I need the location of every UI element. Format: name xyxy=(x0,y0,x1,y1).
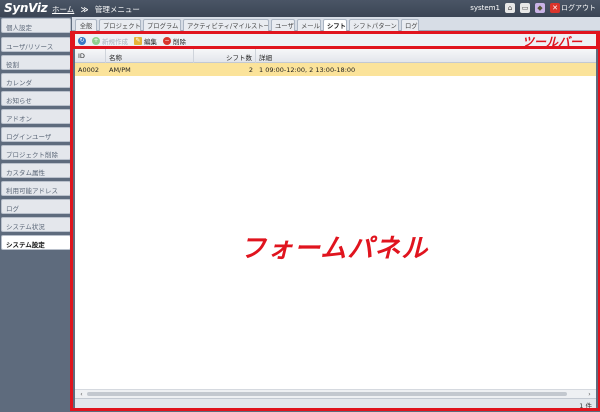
tab-activity-milestone[interactable]: アクティビティ/マイルストーン xyxy=(183,19,269,31)
sidebar-item-roles[interactable]: 役割 xyxy=(1,55,71,70)
sidebar-item-calendar[interactable]: カレンダ xyxy=(1,73,71,88)
home-icon[interactable]: ⌂ xyxy=(505,3,515,13)
sidebar-item-custom-attributes[interactable]: カスタム属性 xyxy=(1,163,71,178)
tab-mail[interactable]: メール xyxy=(297,19,321,31)
breadcrumb-current: 管理メニュー xyxy=(94,5,140,14)
tab-shift-pattern[interactable]: シフトパターン xyxy=(349,19,399,31)
logout-icon: ✕ xyxy=(550,3,560,13)
form-panel-annotation: フォームパネル xyxy=(240,234,429,264)
tab-log[interactable]: ログ xyxy=(401,19,419,31)
form-panel-frame xyxy=(70,31,600,411)
sidebar-item-available-addresses[interactable]: 利用可能アドレス xyxy=(1,181,71,196)
top-right-controls: system1 ⌂ ▭ ◆ ✕ ログアウト xyxy=(470,3,596,13)
top-bar: SynViz ホーム ≫ 管理メニュー system1 ⌂ ▭ ◆ ✕ ログアウ… xyxy=(0,0,600,17)
app-logo: SynViz xyxy=(4,1,48,15)
toolbar-annotation: ツールバー xyxy=(521,35,582,49)
sidebar-item-system-settings[interactable]: システム設定 xyxy=(1,235,71,250)
sidebar-item-notices[interactable]: お知らせ xyxy=(1,91,71,106)
sidebar-item-users-resources[interactable]: ユーザ/リソース xyxy=(1,37,71,52)
sidebar-item-addons[interactable]: アドオン xyxy=(1,109,71,124)
sidebar-item-log[interactable]: ログ xyxy=(1,199,71,214)
breadcrumb: ホーム ≫ 管理メニュー xyxy=(52,4,140,15)
favorite-icon[interactable]: ◆ xyxy=(535,3,545,13)
sidebar-item-system-status[interactable]: システム状況 xyxy=(1,217,71,232)
logout-button[interactable]: ✕ ログアウト xyxy=(550,3,596,13)
toolbar-frame xyxy=(72,31,599,49)
window-icon[interactable]: ▭ xyxy=(520,3,530,13)
tab-program[interactable]: プログラム xyxy=(143,19,181,31)
sidebar-item-login-users[interactable]: ログインユーザ xyxy=(1,127,71,142)
breadcrumb-home-link[interactable]: ホーム xyxy=(52,5,74,14)
user-name: system1 xyxy=(470,4,500,12)
tab-user[interactable]: ユーザ xyxy=(271,19,295,31)
sidebar: 個人設定 ユーザ/リソース 役割 カレンダ お知らせ アドオン ログインユーザ … xyxy=(0,17,72,412)
tab-general[interactable]: 全般 xyxy=(75,19,97,31)
sidebar-item-project-delete[interactable]: プロジェクト削除 xyxy=(1,145,71,160)
sidebar-item-personal-settings[interactable]: 個人設定 xyxy=(1,18,71,33)
tab-project[interactable]: プロジェクト xyxy=(99,19,141,31)
breadcrumb-separator: ≫ xyxy=(80,5,89,14)
tab-bar: 全般 プロジェクト プログラム アクティビティ/マイルストーン ユーザ メール … xyxy=(72,17,600,32)
logout-label: ログアウト xyxy=(561,4,596,12)
